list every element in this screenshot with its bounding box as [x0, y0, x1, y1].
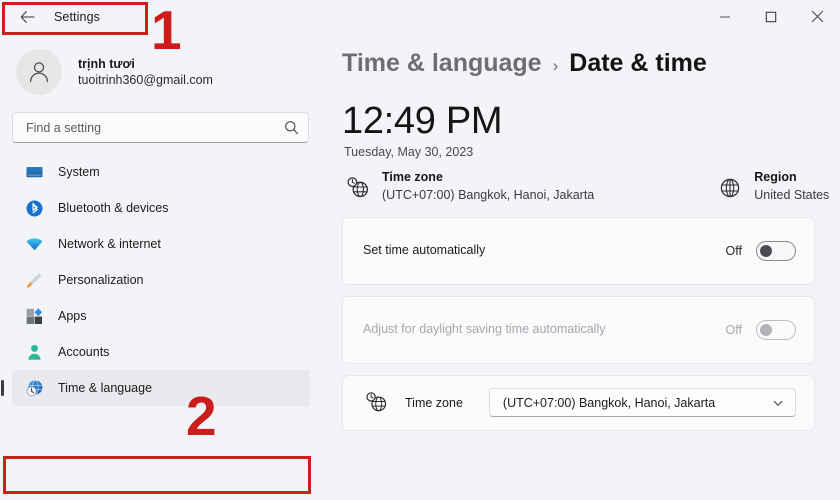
- sidebar-item-bluetooth-devices[interactable]: Bluetooth & devices: [12, 190, 310, 226]
- settings-window: Settings trịnh tươi tuoitrinh360@gmail.c…: [0, 0, 840, 500]
- set-time-automatically-toggle[interactable]: [756, 240, 796, 261]
- account-name: trịnh tươi: [78, 56, 135, 71]
- toggle-knob: [760, 244, 772, 257]
- toggle-area: Off: [725, 319, 796, 340]
- toggle-knob: [760, 323, 772, 336]
- sidebar: trịnh tươi tuoitrinh360@gmail.com Find a…: [0, 33, 320, 500]
- search-button[interactable]: [274, 120, 308, 135]
- close-icon: [811, 10, 823, 23]
- paintbrush-icon: [24, 270, 44, 290]
- sidebar-item-label: Network & internet: [58, 237, 161, 251]
- info-title: Time zone: [382, 170, 443, 184]
- breadcrumb-separator: ›: [552, 56, 559, 75]
- account-text: trịnh tươi tuoitrinh360@gmail.com: [78, 56, 213, 89]
- info-text: Region United States: [754, 169, 829, 205]
- titlebar: Settings: [0, 0, 840, 33]
- card-set-time-automatically[interactable]: Set time automatically Off: [342, 216, 815, 285]
- sidebar-item-label: Personalization: [58, 273, 144, 287]
- toggle-area: Off: [725, 240, 796, 261]
- daylight-saving-toggle: [756, 319, 796, 340]
- sidebar-item-label: Apps: [58, 309, 87, 323]
- settings-cards: Set time automatically Off Adjust for da…: [342, 216, 815, 431]
- search-box[interactable]: [12, 112, 309, 143]
- breadcrumb-parent[interactable]: Time & language: [342, 49, 542, 78]
- clock-globe-icon: [24, 378, 44, 398]
- maximize-button[interactable]: [748, 0, 794, 33]
- time-zone-value: (UTC+07:00) Bangkok, Hanoi, Jakarta: [502, 395, 716, 410]
- bluetooth-icon: [24, 198, 44, 218]
- sidebar-item-accounts[interactable]: Accounts: [12, 334, 310, 370]
- info-subtitle: United States: [754, 187, 830, 202]
- status-badge: Off: [725, 322, 742, 337]
- clock-globe-icon: [344, 174, 372, 202]
- info-region: Region United States: [716, 169, 829, 205]
- sidebar-item-time-language[interactable]: Time & language: [12, 370, 310, 406]
- chevron-down-icon: [773, 400, 783, 406]
- back-button[interactable]: [10, 4, 44, 30]
- card-adjust-daylight-saving: Adjust for daylight saving time automati…: [342, 295, 815, 364]
- page-title: Date & time: [569, 49, 707, 77]
- current-date: Tuesday, May 30, 2023: [344, 145, 474, 159]
- info-timezone: Time zone (UTC+07:00) Bangkok, Hanoi, Ja…: [344, 169, 594, 205]
- status-badge: Off: [725, 243, 742, 258]
- main-content: Time & language › Date & time 12:49 PM T…: [320, 33, 840, 500]
- search-icon: [284, 121, 298, 135]
- person-avatar-icon: [29, 62, 49, 83]
- annotation-marker-2: 2: [186, 385, 217, 447]
- sidebar-item-label: Time & language: [58, 381, 153, 395]
- search-input[interactable]: [13, 120, 274, 135]
- breadcrumb: Time & language › Date & time: [342, 49, 840, 78]
- close-button[interactable]: [794, 0, 840, 33]
- info-title: Region: [754, 170, 797, 184]
- minimize-icon: [720, 15, 730, 18]
- annotation-marker-1: 1: [151, 0, 182, 61]
- time-zone-select[interactable]: (UTC+07:00) Bangkok, Hanoi, Jakarta: [488, 388, 796, 417]
- back-arrow-icon: [20, 10, 35, 23]
- avatar: [16, 49, 62, 95]
- current-time: 12:49 PM: [342, 100, 503, 142]
- sidebar-item-personalization[interactable]: Personalization: [12, 262, 310, 298]
- sidebar-item-system[interactable]: System: [12, 154, 310, 190]
- sidebar-item-network-internet[interactable]: Network & internet: [12, 226, 310, 262]
- clock-globe-icon: [363, 390, 389, 416]
- info-subtitle: (UTC+07:00) Bangkok, Hanoi, Jakarta: [382, 187, 595, 202]
- sidebar-item-label: Accounts: [58, 345, 110, 359]
- sidebar-nav: System Bluetooth & devices Network & int…: [0, 154, 320, 406]
- info-summary-row: Time zone (UTC+07:00) Bangkok, Hanoi, Ja…: [344, 169, 840, 205]
- time-zone-label: Time zone: [405, 395, 463, 410]
- window-controls: [702, 0, 840, 33]
- globe-icon: [716, 174, 744, 202]
- account-email: tuoitrinh360@gmail.com: [78, 73, 213, 87]
- window-title: Settings: [54, 9, 100, 24]
- info-text: Time zone (UTC+07:00) Bangkok, Hanoi, Ja…: [382, 169, 594, 205]
- wifi-icon: [24, 234, 44, 254]
- sidebar-item-apps[interactable]: Apps: [12, 298, 310, 334]
- monitor-icon: [24, 162, 44, 182]
- apps-grid-icon: [24, 306, 44, 326]
- card-label: Set time automatically: [363, 243, 486, 258]
- person-icon: [24, 342, 44, 362]
- maximize-icon: [765, 11, 777, 22]
- sidebar-item-label: System: [58, 165, 100, 179]
- sidebar-item-label: Bluetooth & devices: [58, 201, 169, 215]
- card-time-zone[interactable]: Time zone (UTC+07:00) Bangkok, Hanoi, Ja…: [342, 374, 815, 431]
- card-label: Adjust for daylight saving time automati…: [363, 322, 606, 337]
- minimize-button[interactable]: [702, 0, 748, 33]
- window-body: trịnh tươi tuoitrinh360@gmail.com Find a…: [0, 33, 840, 500]
